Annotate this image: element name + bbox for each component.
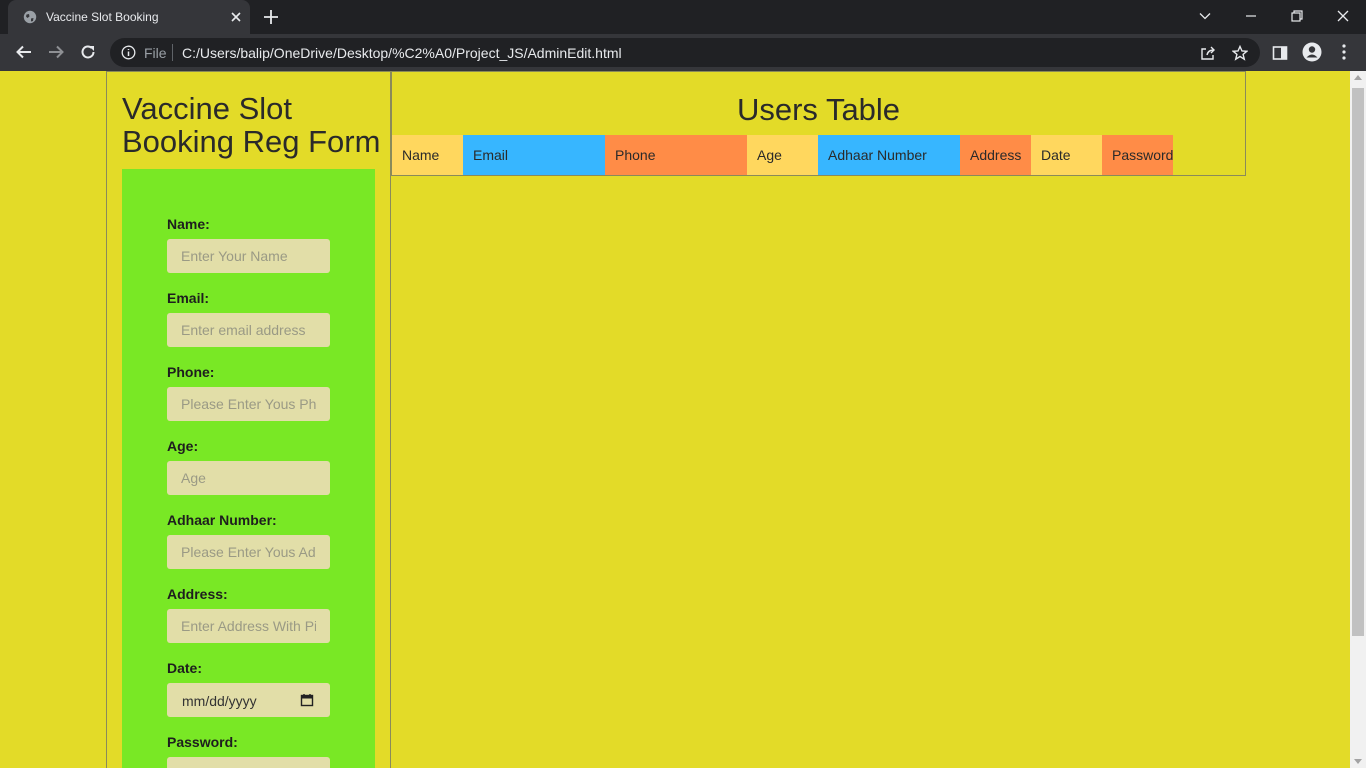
browser-toolbar: File C:/Users/balip/OneDrive/Desktop/%C2… (0, 34, 1366, 71)
page-viewport: Vaccine Slot Booking Reg Form Name: Emai… (0, 71, 1350, 768)
phone-input[interactable] (167, 387, 330, 421)
th-password: Password (1102, 135, 1173, 175)
share-icon[interactable] (1198, 43, 1218, 63)
browser-tab[interactable]: Vaccine Slot Booking (8, 0, 250, 34)
address-bar[interactable]: File C:/Users/balip/OneDrive/Desktop/%C2… (110, 38, 1260, 67)
minimize-icon[interactable] (1228, 0, 1274, 32)
users-table-header: Name Email Phone Age Adhaar Number Addre… (392, 135, 1173, 175)
th-name: Name (392, 135, 463, 175)
restore-icon[interactable] (1274, 0, 1320, 32)
adhaar-label: Adhaar Number: (167, 512, 277, 528)
tab-search-icon[interactable] (1182, 0, 1228, 32)
age-label: Age: (167, 438, 199, 454)
scrollbar-thumb[interactable] (1352, 88, 1364, 636)
form-title: Vaccine Slot Booking Reg Form (122, 91, 381, 159)
name-input[interactable] (167, 239, 330, 273)
th-adhaar: Adhaar Number (818, 135, 960, 175)
th-address: Address (960, 135, 1031, 175)
page-scrollbar[interactable] (1350, 71, 1366, 768)
age-input[interactable] (167, 461, 330, 495)
bookmark-star-icon[interactable] (1230, 43, 1250, 63)
side-panel-icon[interactable] (1270, 43, 1290, 63)
users-table-panel: Users Table Name Email Phone Age Adhaar … (391, 71, 1246, 176)
password-label: Password: (167, 734, 238, 750)
th-email: Email (463, 135, 605, 175)
address-label: Address: (167, 586, 228, 602)
password-input[interactable] (167, 757, 330, 768)
address-input[interactable] (167, 609, 330, 643)
phone-label: Phone: (167, 364, 215, 380)
new-tab-icon[interactable] (262, 8, 280, 26)
adhaar-input[interactable] (167, 535, 330, 569)
users-table-title: Users Table (736, 92, 901, 127)
url-text[interactable]: C:/Users/balip/OneDrive/Desktop/%C2%A0/P… (182, 45, 622, 61)
profile-avatar-icon[interactable] (1302, 42, 1322, 62)
email-label: Email: (167, 290, 210, 306)
browser-tabstrip: Vaccine Slot Booking (0, 0, 1366, 34)
registration-form-panel: Vaccine Slot Booking Reg Form Name: Emai… (106, 71, 391, 768)
date-input[interactable]: mm/dd/yyyy (167, 683, 330, 717)
omnibox-divider (172, 44, 173, 61)
scroll-up-arrow-icon[interactable] (1354, 75, 1362, 80)
reload-icon[interactable] (78, 42, 98, 62)
name-label: Name: (167, 216, 210, 232)
back-icon[interactable] (14, 42, 34, 62)
th-phone: Phone (605, 135, 747, 175)
date-input-value: mm/dd/yyyy (182, 693, 257, 709)
url-scheme-label: File (144, 45, 167, 61)
th-age: Age (747, 135, 818, 175)
date-label: Date: (167, 660, 203, 676)
scroll-down-arrow-icon[interactable] (1354, 759, 1362, 764)
menu-kebab-icon[interactable] (1334, 42, 1354, 62)
globe-icon (23, 10, 37, 24)
th-date: Date (1031, 135, 1102, 175)
calendar-icon[interactable] (300, 693, 314, 707)
table-divider (390, 174, 391, 768)
email-input[interactable] (167, 313, 330, 347)
info-icon[interactable] (121, 45, 136, 60)
close-window-icon[interactable] (1320, 0, 1366, 32)
registration-form: Name: Email: Phone: Age: Adhaar Number: … (122, 169, 375, 768)
tab-title: Vaccine Slot Booking (46, 10, 159, 24)
forward-icon[interactable] (46, 42, 66, 62)
close-tab-icon[interactable] (228, 9, 244, 25)
